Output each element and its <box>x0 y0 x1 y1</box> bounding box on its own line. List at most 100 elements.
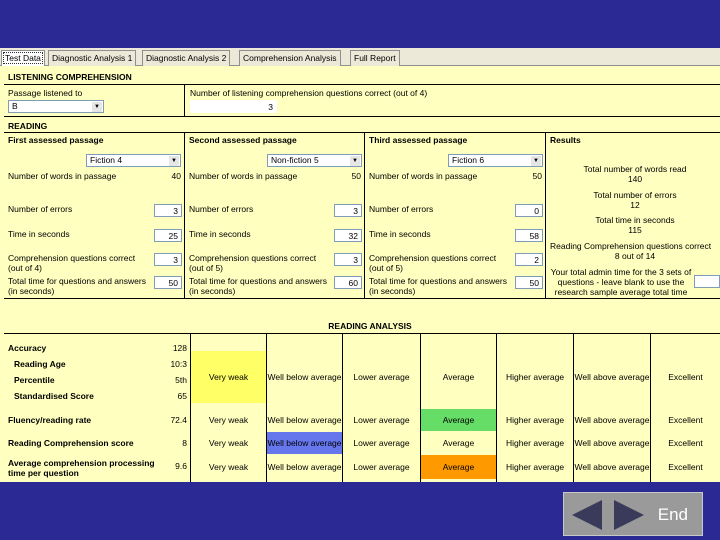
third-words-value: 50 <box>532 171 542 181</box>
accuracy-band-very-weak: Very weak <box>191 351 266 403</box>
test-data-form: LISTENING COMPREHENSION Passage listened… <box>0 66 720 482</box>
comprehension-band-average: Average <box>442 438 475 448</box>
chevron-down-icon[interactable]: ▼ <box>350 156 360 166</box>
passage-listened-select[interactable]: B ▼ <box>8 100 104 113</box>
results-errors-label: Total number of errors <box>593 190 677 200</box>
slide-navigation: End <box>563 492 703 536</box>
first-passage-heading: First assessed passage <box>8 135 104 145</box>
divider <box>4 84 720 85</box>
accuracy-band-higher: Higher average <box>505 372 565 382</box>
third-errors-input[interactable]: 0 <box>515 204 543 217</box>
fluency-band-excellent: Excellent <box>668 415 703 425</box>
admin-time-input[interactable] <box>694 275 720 288</box>
first-passage-select[interactable]: Fiction 4 ▼ <box>86 154 181 167</box>
end-button[interactable]: End <box>658 505 688 525</box>
processing-time-label: Average comprehension processing time pe… <box>8 458 155 478</box>
accuracy-band-well-below: Well below average <box>267 372 342 382</box>
first-time-input[interactable]: 25 <box>154 229 182 242</box>
second-time-input[interactable]: 32 <box>334 229 362 242</box>
accuracy-value: 128 <box>172 343 187 353</box>
previous-slide-button[interactable] <box>570 498 604 532</box>
first-words-value: 40 <box>171 171 181 181</box>
comprehension-band-well-above: Well above average <box>574 438 650 448</box>
first-errors-input[interactable]: 3 <box>154 204 182 217</box>
results-words-label: Total number of words read <box>583 164 687 174</box>
second-total-label: Total time for questions and answers (in… <box>189 276 327 296</box>
listening-heading: LISTENING COMPREHENSION <box>8 72 132 82</box>
tab-full-report[interactable]: Full Report <box>350 50 400 66</box>
fluency-band-lower: Lower average <box>353 415 410 425</box>
comprehension-band-well-below: Well below average <box>267 432 342 454</box>
tab-diagnostic-analysis-1[interactable]: Diagnostic Analysis 1 <box>48 50 137 66</box>
second-total-input[interactable]: 60 <box>334 276 362 289</box>
percentile-label: Percentile <box>14 375 55 385</box>
standardised-score-value: 65 <box>177 391 187 401</box>
second-passage-value: Non-fiction 5 <box>271 155 319 165</box>
processing-band-very-weak: Very weak <box>208 462 249 472</box>
chevron-down-icon[interactable]: ▼ <box>169 156 179 166</box>
comprehension-band-very-weak: Very weak <box>208 438 249 448</box>
reading-age-value: 10:3 <box>170 359 187 369</box>
fluency-band-well-below: Well below average <box>267 415 342 425</box>
processing-band-excellent: Excellent <box>668 462 703 472</box>
first-comp-input[interactable]: 3 <box>154 253 182 266</box>
processing-band-lower: Lower average <box>353 462 410 472</box>
divider <box>4 333 720 334</box>
comprehension-band-lower: Lower average <box>353 438 410 448</box>
results-heading: Results <box>550 135 581 145</box>
third-words-label: Number of words in passage <box>369 171 478 181</box>
third-comp-input[interactable]: 2 <box>515 253 543 266</box>
processing-time-value: 9.6 <box>175 461 187 471</box>
reading-age-label: Reading Age <box>14 359 66 369</box>
third-total-label: Total time for questions and answers (in… <box>369 276 507 296</box>
third-errors-label: Number of errors <box>369 204 434 214</box>
accuracy-band-average: Average <box>442 372 475 382</box>
second-errors-label: Number of errors <box>189 204 254 214</box>
passage-listened-label: Passage listened to <box>8 88 83 98</box>
second-time-label: Time in seconds <box>189 229 251 239</box>
third-time-input[interactable]: 58 <box>515 229 543 242</box>
listening-questions-label: Number of listening comprehension questi… <box>190 88 428 98</box>
application-window: Test Data Diagnostic Analysis 1 Diagnost… <box>0 48 720 482</box>
tab-test-data[interactable]: Test Data <box>1 50 45 66</box>
divider <box>4 132 720 133</box>
chevron-down-icon[interactable]: ▼ <box>531 156 541 166</box>
tab-diagnostic-analysis-2[interactable]: Diagnostic Analysis 2 <box>142 50 231 66</box>
accuracy-band-well-above: Well above average <box>574 372 650 382</box>
third-time-label: Time in seconds <box>369 229 431 239</box>
standardised-score-label: Standardised Score <box>14 391 94 401</box>
chevron-down-icon[interactable]: ▼ <box>92 102 102 112</box>
fluency-value: 72.4 <box>170 415 187 425</box>
triangle-right-icon <box>614 500 644 530</box>
next-slide-button[interactable] <box>612 498 646 532</box>
processing-band-average: Average <box>421 455 496 479</box>
listening-questions-input[interactable]: 3 <box>190 100 277 113</box>
fluency-label: Fluency/reading rate <box>8 415 92 425</box>
processing-band-well-below: Well below average <box>267 462 342 472</box>
third-passage-select[interactable]: Fiction 6 ▼ <box>448 154 543 167</box>
results-comp-value: 8 out of 14 <box>614 251 656 261</box>
second-comp-input[interactable]: 3 <box>334 253 362 266</box>
second-comp-label: Comprehension questions correct (out of … <box>189 253 317 273</box>
accuracy-band-lower: Lower average <box>353 372 410 382</box>
second-passage-select[interactable]: Non-fiction 5 ▼ <box>267 154 362 167</box>
first-total-label: Total time for questions and answers (in… <box>8 276 146 296</box>
first-passage-value: Fiction 4 <box>90 155 123 165</box>
divider <box>4 116 720 117</box>
tab-comprehension-analysis[interactable]: Comprehension Analysis <box>239 50 341 66</box>
results-time-label: Total time in seconds <box>595 215 675 225</box>
comprehension-band-higher: Higher average <box>505 438 565 448</box>
tab-bar: Test Data Diagnostic Analysis 1 Diagnost… <box>0 48 720 66</box>
comprehension-score-value: 8 <box>182 438 187 448</box>
analysis-heading: READING ANALYSIS <box>328 321 412 331</box>
reading-heading: READING <box>8 121 48 131</box>
third-total-input[interactable]: 50 <box>515 276 543 289</box>
fluency-band-average: Average <box>421 409 496 431</box>
second-passage-heading: Second assessed passage <box>189 135 297 145</box>
second-words-label: Number of words in passage <box>189 171 298 181</box>
first-total-input[interactable]: 50 <box>154 276 182 289</box>
processing-band-well-above: Well above average <box>574 462 650 472</box>
divider <box>364 132 365 298</box>
first-words-label: Number of words in passage <box>8 171 117 181</box>
second-errors-input[interactable]: 3 <box>334 204 362 217</box>
